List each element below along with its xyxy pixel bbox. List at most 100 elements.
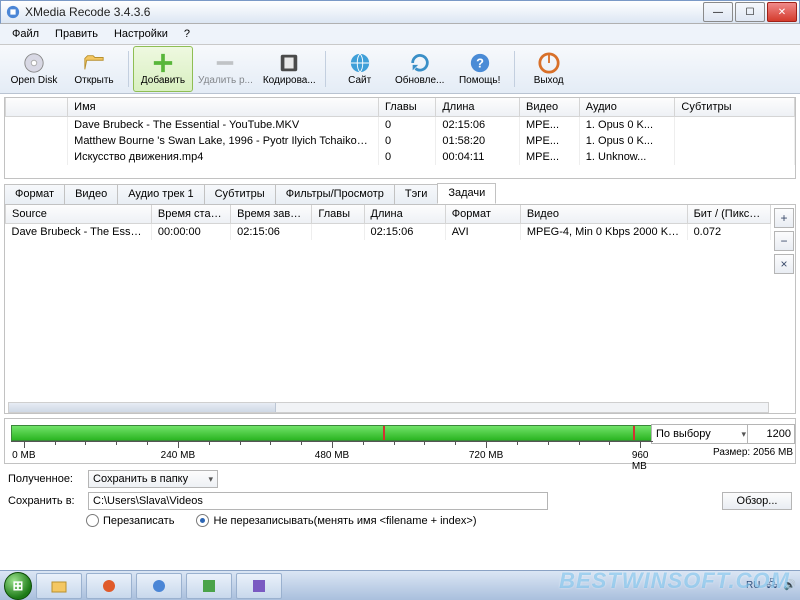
update-label: Обновле... bbox=[395, 75, 444, 86]
close-button[interactable]: ✕ bbox=[767, 2, 797, 22]
file-cell: MPE... bbox=[520, 133, 580, 149]
jobs-side-buttons: + − × bbox=[774, 208, 792, 274]
remove-job-label: Удалить р... bbox=[198, 75, 253, 86]
task-xmedia[interactable] bbox=[136, 573, 182, 599]
site-label: Сайт bbox=[348, 75, 371, 86]
job-remove-button[interactable]: − bbox=[774, 231, 794, 251]
tray-network-icon[interactable]: 🖧 bbox=[766, 577, 777, 594]
add-job-label: Добавить bbox=[141, 75, 185, 86]
maximize-button[interactable]: ☐ bbox=[735, 2, 765, 22]
menu-edit[interactable]: Править bbox=[47, 26, 106, 42]
settings-tabs: Формат Видео Аудио трек 1 Субтитры Фильт… bbox=[4, 183, 796, 204]
jobs-col-end[interactable]: Время заве... bbox=[231, 205, 312, 224]
toolbar-separator bbox=[325, 51, 326, 87]
menu-file[interactable]: Файл bbox=[4, 26, 47, 42]
help-label: Помощь! bbox=[459, 75, 500, 86]
exit-label: Выход bbox=[534, 75, 564, 86]
radio-overwrite-label: Перезаписать bbox=[103, 515, 174, 527]
menu-settings[interactable]: Настройки bbox=[106, 26, 176, 42]
folder-open-icon bbox=[83, 52, 105, 74]
result-mode-text: Сохранить в папку bbox=[93, 473, 188, 485]
file-cell: 02:15:06 bbox=[436, 117, 520, 134]
file-row[interactable]: Искусство движения.mp4000:04:11MPE...1. … bbox=[6, 149, 795, 165]
power-icon bbox=[538, 52, 560, 74]
files-col-audio[interactable]: Аудио bbox=[579, 98, 675, 117]
job-row[interactable]: Dave Brubeck - The Essential - YouTu...0… bbox=[6, 224, 771, 241]
tray-lang[interactable]: RU bbox=[746, 580, 760, 591]
tab-tags[interactable]: Тэги bbox=[394, 184, 439, 204]
tray-volume-icon[interactable]: 🔊 bbox=[784, 580, 796, 591]
task-app-2[interactable] bbox=[236, 573, 282, 599]
minimize-button[interactable]: — bbox=[703, 2, 733, 22]
size-mode-select[interactable]: По выбору bbox=[651, 424, 751, 444]
file-cell: 01:58:20 bbox=[436, 133, 520, 149]
tab-jobs[interactable]: Задачи bbox=[437, 183, 496, 204]
jobs-col-bit[interactable]: Бит / (Пиксел*... bbox=[687, 205, 770, 224]
radio-rename[interactable]: Не перезаписывать(менять имя <filename +… bbox=[196, 514, 476, 527]
size-progress-bar[interactable] bbox=[11, 425, 653, 441]
encode-label: Кодирова... bbox=[263, 75, 316, 86]
file-row[interactable]: Dave Brubeck - The Essential - YouTube.M… bbox=[6, 117, 795, 134]
jobs-table[interactable]: SourceВремя стартаВремя заве...ГлавыДлин… bbox=[5, 205, 771, 240]
file-cell bbox=[6, 133, 68, 149]
jobs-col-start[interactable]: Время старта bbox=[151, 205, 230, 224]
files-col-duration[interactable]: Длина bbox=[436, 98, 520, 117]
files-col-icon[interactable] bbox=[6, 98, 68, 117]
jobs-col-video[interactable]: Видео bbox=[520, 205, 687, 224]
menu-help[interactable]: ? bbox=[176, 26, 198, 42]
files-col-name[interactable]: Имя bbox=[68, 98, 379, 117]
files-col-video[interactable]: Видео bbox=[520, 98, 580, 117]
tab-format[interactable]: Формат bbox=[4, 184, 65, 204]
file-cell: MPE... bbox=[520, 117, 580, 134]
file-cell: 1. Unknow... bbox=[579, 149, 675, 165]
job-cell: Dave Brubeck - The Essential - YouTu... bbox=[6, 224, 152, 241]
open-disk-label: Open Disk bbox=[11, 75, 58, 86]
add-job-button[interactable]: Добавить bbox=[133, 46, 193, 92]
task-explorer[interactable] bbox=[36, 573, 82, 599]
file-row[interactable]: Matthew Bourne 's Swan Lake, 1996 - Pyot… bbox=[6, 133, 795, 149]
encode-button[interactable]: Кодирова... bbox=[258, 46, 321, 92]
size-mode-label: По выбору bbox=[656, 428, 711, 440]
exit-button[interactable]: Выход bbox=[519, 46, 579, 92]
browse-button[interactable]: Обзор... bbox=[722, 492, 792, 510]
job-cell: MPEG-4, Min 0 Kbps 2000 Kbps Max ... bbox=[520, 224, 687, 241]
file-cell bbox=[675, 133, 795, 149]
file-cell bbox=[6, 117, 68, 134]
tab-filters[interactable]: Фильтры/Просмотр bbox=[275, 184, 395, 204]
size-ruler-panel: По выбору 1200 0 MB240 MB480 MB720 MB960… bbox=[4, 418, 796, 464]
open-disk-button[interactable]: Open Disk bbox=[4, 46, 64, 92]
task-app[interactable] bbox=[186, 573, 232, 599]
tab-audio[interactable]: Аудио трек 1 bbox=[117, 184, 204, 204]
start-button[interactable]: ⊞ bbox=[4, 572, 32, 600]
ruler-tick-label: 0 MB bbox=[12, 450, 35, 461]
result-mode-select[interactable]: Сохранить в папку bbox=[88, 470, 218, 488]
files-col-chapters[interactable]: Главы bbox=[378, 98, 435, 117]
tab-subtitles[interactable]: Субтитры bbox=[204, 184, 276, 204]
tab-video[interactable]: Видео bbox=[64, 184, 118, 204]
task-browser[interactable] bbox=[86, 573, 132, 599]
chevron-down-icon bbox=[208, 473, 213, 485]
site-button[interactable]: Сайт bbox=[330, 46, 390, 92]
file-cell: 0 bbox=[378, 117, 435, 134]
minus-icon bbox=[214, 52, 236, 74]
size-ruler-ticks: 0 MB240 MB480 MB720 MB960 MB bbox=[11, 441, 653, 452]
jobs-col-format[interactable]: Формат bbox=[445, 205, 520, 224]
source-files-table[interactable]: ИмяГлавыДлинаВидеоАудиоСубтитры Dave Bru… bbox=[5, 98, 795, 165]
files-col-subs[interactable]: Субтитры bbox=[675, 98, 795, 117]
jobs-col-source[interactable]: Source bbox=[6, 205, 152, 224]
open-file-button[interactable]: Открыть bbox=[64, 46, 124, 92]
job-clear-button[interactable]: × bbox=[774, 254, 794, 274]
update-button[interactable]: Обновле... bbox=[390, 46, 450, 92]
job-add-button[interactable]: + bbox=[774, 208, 794, 228]
save-path-input[interactable]: C:\Users\Slava\Videos bbox=[88, 492, 548, 510]
window-title: XMedia Recode 3.4.3.6 bbox=[25, 5, 701, 19]
size-value-input[interactable]: 1200 bbox=[747, 424, 795, 444]
refresh-icon bbox=[409, 52, 431, 74]
radio-overwrite[interactable]: Перезаписать bbox=[86, 514, 174, 527]
system-tray[interactable]: RU 🖧 🔊 bbox=[746, 577, 796, 594]
ruler-tick-label: 480 MB bbox=[315, 450, 349, 461]
jobs-col-duration[interactable]: Длина bbox=[364, 205, 445, 224]
jobs-col-chapters[interactable]: Главы bbox=[312, 205, 364, 224]
jobs-scrollbar[interactable] bbox=[8, 402, 769, 413]
help-button[interactable]: ? Помощь! bbox=[450, 46, 510, 92]
